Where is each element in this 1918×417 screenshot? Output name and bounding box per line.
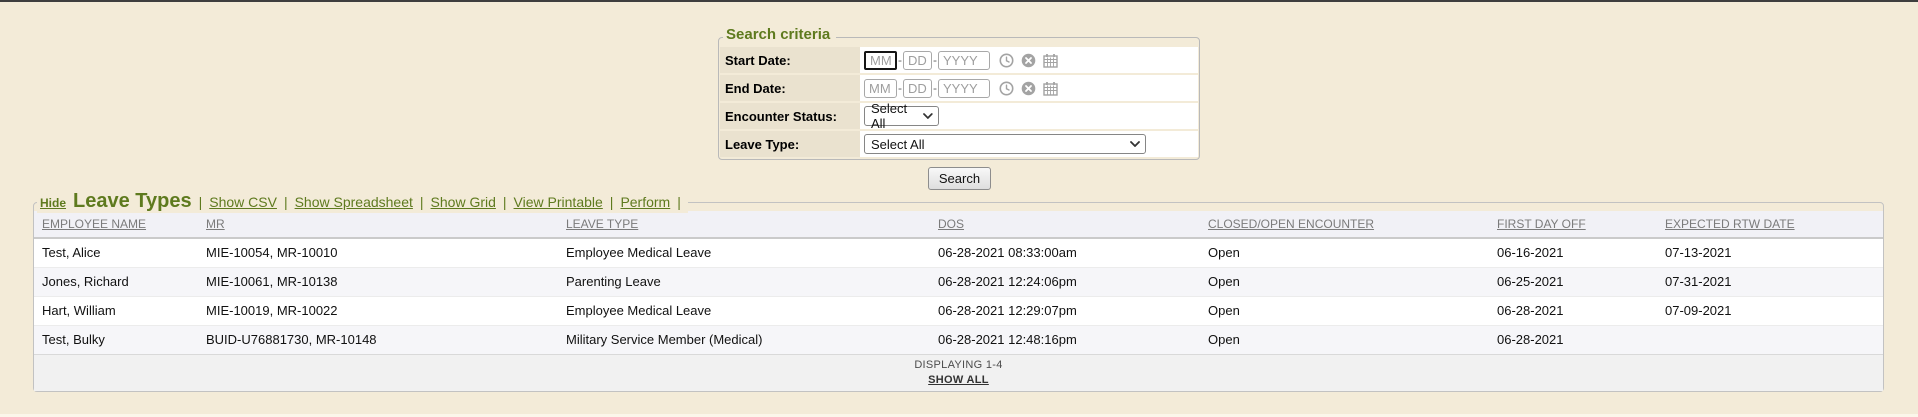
clock-icon[interactable]	[999, 81, 1014, 96]
cell-mr: MIE-10061, MR-10138	[198, 267, 558, 296]
show-grid-link[interactable]: Show Grid	[431, 194, 496, 210]
cell-employee-name: Jones, Richard	[34, 267, 198, 296]
cell-leave-type: Employee Medical Leave	[558, 238, 930, 267]
search-criteria-fieldset: Search criteria Start Date: - -	[718, 37, 1200, 160]
table-row[interactable]: Jones, Richard MIE-10061, MR-10138 Paren…	[34, 267, 1883, 296]
col-closed-open-encounter[interactable]: CLOSED/OPEN ENCOUNTER	[1200, 211, 1489, 238]
toolbar-separator: |	[420, 194, 424, 210]
leave-type-select[interactable]: Select All	[864, 134, 1146, 154]
date-separator: -	[898, 53, 902, 67]
cell-expected-rtw: 07-31-2021	[1657, 267, 1883, 296]
cell-employee-name: Test, Bulky	[34, 325, 198, 354]
cell-expected-rtw: 07-13-2021	[1657, 238, 1883, 267]
col-expected-rtw-date[interactable]: EXPECTED RTW DATE	[1657, 211, 1883, 238]
chevron-down-icon	[923, 113, 933, 119]
end-date-month-input[interactable]	[864, 79, 897, 98]
cell-dos: 06-28-2021 12:29:07pm	[930, 296, 1200, 325]
encounter-status-label: Encounter Status:	[720, 103, 860, 129]
clear-icon[interactable]	[1021, 53, 1036, 68]
cell-expected-rtw: 07-09-2021	[1657, 296, 1883, 325]
table-row[interactable]: Hart, William MIE-10019, MR-10022 Employ…	[34, 296, 1883, 325]
cell-first-day-off: 06-28-2021	[1489, 296, 1657, 325]
cell-encounter: Open	[1200, 296, 1489, 325]
toolbar-separator: |	[284, 194, 288, 210]
encounter-status-select[interactable]: Select All	[864, 106, 939, 126]
date-separator: -	[933, 53, 937, 67]
hide-link[interactable]: Hide	[40, 196, 66, 210]
cell-employee-name: Test, Alice	[34, 238, 198, 267]
toolbar-separator: |	[503, 194, 507, 210]
search-criteria-legend: Search criteria	[723, 26, 836, 44]
end-date-label: End Date:	[720, 75, 860, 101]
cell-first-day-off: 06-28-2021	[1489, 325, 1657, 354]
cell-mr: MIE-10054, MR-10010	[198, 238, 558, 267]
col-first-day-off[interactable]: FIRST DAY OFF	[1489, 211, 1657, 238]
cell-dos: 06-28-2021 08:33:00am	[930, 238, 1200, 267]
cell-mr: MIE-10019, MR-10022	[198, 296, 558, 325]
cell-encounter: Open	[1200, 238, 1489, 267]
cell-expected-rtw	[1657, 325, 1883, 354]
col-mr[interactable]: MR	[198, 211, 558, 238]
encounter-status-row: Encounter Status: Select All	[720, 103, 1198, 129]
toolbar-separator: |	[677, 194, 681, 210]
show-csv-link[interactable]: Show CSV	[209, 194, 277, 210]
start-date-month-input[interactable]	[864, 51, 897, 70]
start-date-year-input[interactable]	[938, 51, 990, 70]
cell-encounter: Open	[1200, 267, 1489, 296]
leave-types-title: Leave Types	[73, 190, 192, 213]
cell-employee-name: Hart, William	[34, 296, 198, 325]
cell-encounter: Open	[1200, 325, 1489, 354]
end-date-day-input[interactable]	[903, 79, 932, 98]
leave-types-toolbar: Hide Leave Types | Show CSV | Show Sprea…	[37, 190, 688, 213]
end-date-row: End Date: - -	[720, 75, 1198, 101]
clock-icon[interactable]	[999, 53, 1014, 68]
table-footer: DISPLAYING 1-4 SHOW ALL	[34, 354, 1883, 391]
view-printable-link[interactable]: View Printable	[514, 194, 603, 210]
start-date-day-input[interactable]	[903, 51, 932, 70]
search-button[interactable]: Search	[928, 167, 991, 190]
end-date-year-input[interactable]	[938, 79, 990, 98]
show-spreadsheet-link[interactable]: Show Spreadsheet	[295, 194, 413, 210]
show-all-link[interactable]: SHOW ALL	[928, 374, 989, 386]
chevron-down-icon	[1130, 141, 1140, 147]
col-leave-type[interactable]: LEAVE TYPE	[558, 211, 930, 238]
table-row[interactable]: Test, Bulky BUID-U76881730, MR-10148 Mil…	[34, 325, 1883, 354]
col-dos[interactable]: DOS	[930, 211, 1200, 238]
cell-first-day-off: 06-25-2021	[1489, 267, 1657, 296]
table-row[interactable]: Test, Alice MIE-10054, MR-10010 Employee…	[34, 238, 1883, 267]
cell-leave-type: Military Service Member (Medical)	[558, 325, 930, 354]
leave-type-row: Leave Type: Select All	[720, 131, 1198, 157]
leave-type-label: Leave Type:	[720, 131, 860, 157]
table-header-row: EMPLOYEE NAME MR LEAVE TYPE DOS CLOSED/O…	[34, 211, 1883, 238]
cell-dos: 06-28-2021 12:48:16pm	[930, 325, 1200, 354]
calendar-icon[interactable]	[1043, 53, 1058, 68]
perform-link[interactable]: Perform	[620, 194, 670, 210]
cell-leave-type: Employee Medical Leave	[558, 296, 930, 325]
cell-leave-type: Parenting Leave	[558, 267, 930, 296]
date-separator: -	[898, 81, 902, 95]
start-date-label: Start Date:	[720, 47, 860, 73]
leave-types-panel: Hide Leave Types | Show CSV | Show Sprea…	[33, 202, 1884, 392]
clear-icon[interactable]	[1021, 81, 1036, 96]
toolbar-separator: |	[199, 194, 203, 210]
col-employee-name[interactable]: EMPLOYEE NAME	[34, 211, 198, 238]
leave-types-table: EMPLOYEE NAME MR LEAVE TYPE DOS CLOSED/O…	[34, 211, 1883, 354]
calendar-icon[interactable]	[1043, 81, 1058, 96]
cell-dos: 06-28-2021 12:24:06pm	[930, 267, 1200, 296]
window-top-edge	[0, 0, 1918, 2]
displaying-count: DISPLAYING 1-4	[34, 359, 1883, 371]
date-separator: -	[933, 81, 937, 95]
encounter-status-value: Select All	[871, 101, 923, 131]
leave-type-value: Select All	[871, 137, 924, 152]
cell-first-day-off: 06-16-2021	[1489, 238, 1657, 267]
cell-mr: BUID-U76881730, MR-10148	[198, 325, 558, 354]
toolbar-separator: |	[610, 194, 614, 210]
start-date-row: Start Date: - -	[720, 47, 1198, 73]
